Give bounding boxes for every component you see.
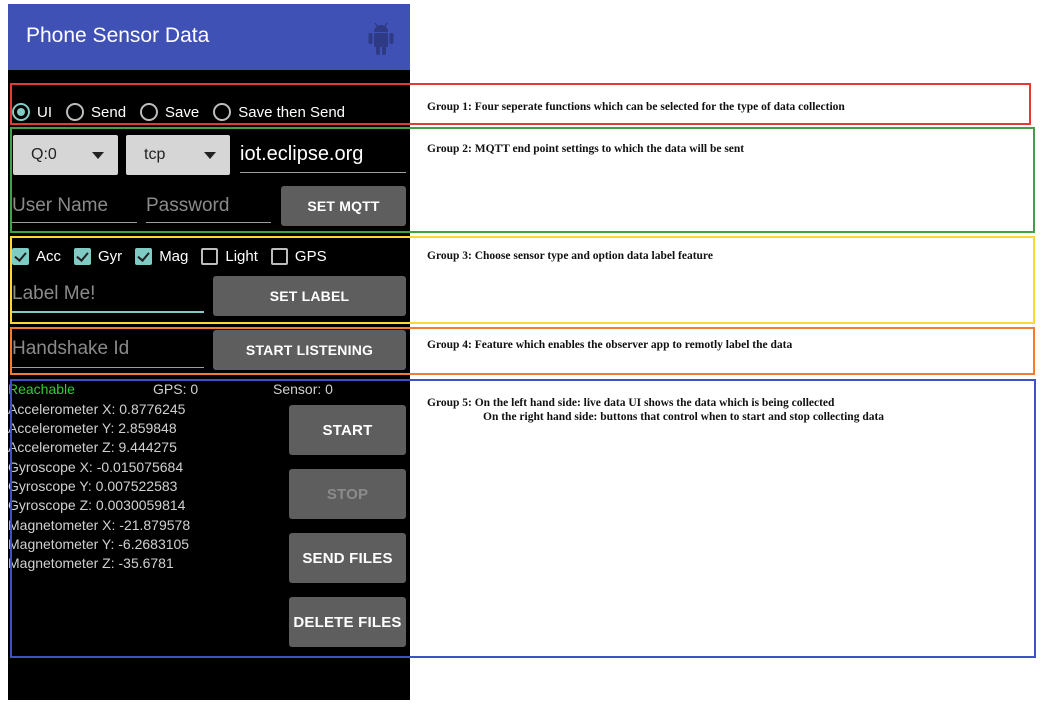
app-bar: Phone Sensor Data [8,4,410,70]
group5-annotation-line2: On the right hand side: buttons that con… [483,411,885,423]
group3-annotation: Group 3: Choose sensor type and option d… [427,250,713,262]
app-title: Phone Sensor Data [26,24,210,47]
group5-annotation: Group 5: On the left hand side: live dat… [427,397,835,409]
group2-annotation: Group 2: MQTT end point settings to whic… [427,143,745,155]
android-icon [368,22,394,55]
group4-annotation: Group 4: Feature which enables the obser… [427,339,793,351]
group1-annotation: Group 1: Four seperate functions which c… [427,101,845,113]
